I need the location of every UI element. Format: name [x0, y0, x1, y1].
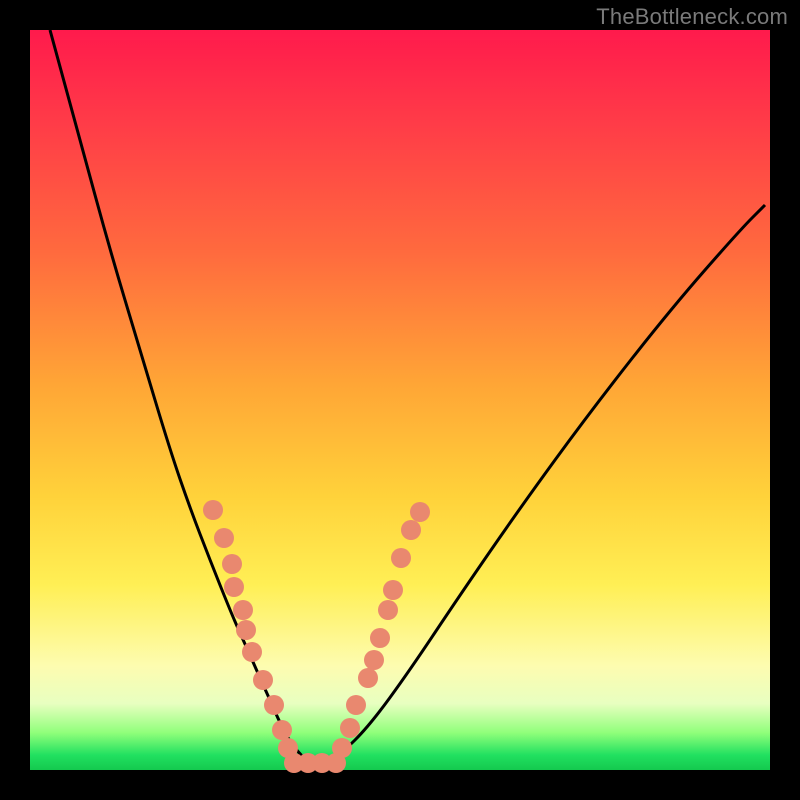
- data-point: [401, 520, 421, 540]
- data-point: [346, 695, 366, 715]
- data-point: [383, 580, 403, 600]
- chart-frame: TheBottleneck.com: [0, 0, 800, 800]
- data-point: [364, 650, 384, 670]
- data-point: [332, 738, 352, 758]
- data-point: [410, 502, 430, 522]
- watermark-text: TheBottleneck.com: [596, 4, 788, 30]
- data-point: [264, 695, 284, 715]
- marker-layer: [203, 500, 430, 773]
- data-point: [340, 718, 360, 738]
- plot-area: [30, 30, 770, 770]
- data-point: [224, 577, 244, 597]
- data-point: [214, 528, 234, 548]
- data-point: [236, 620, 256, 640]
- curve-layer: [30, 30, 770, 770]
- data-point: [391, 548, 411, 568]
- bottleneck-curve: [50, 30, 765, 763]
- data-point: [370, 628, 390, 648]
- data-point: [242, 642, 262, 662]
- data-point: [222, 554, 242, 574]
- data-point: [358, 668, 378, 688]
- data-point: [203, 500, 223, 520]
- data-point: [233, 600, 253, 620]
- data-point: [272, 720, 292, 740]
- data-point: [378, 600, 398, 620]
- data-point: [253, 670, 273, 690]
